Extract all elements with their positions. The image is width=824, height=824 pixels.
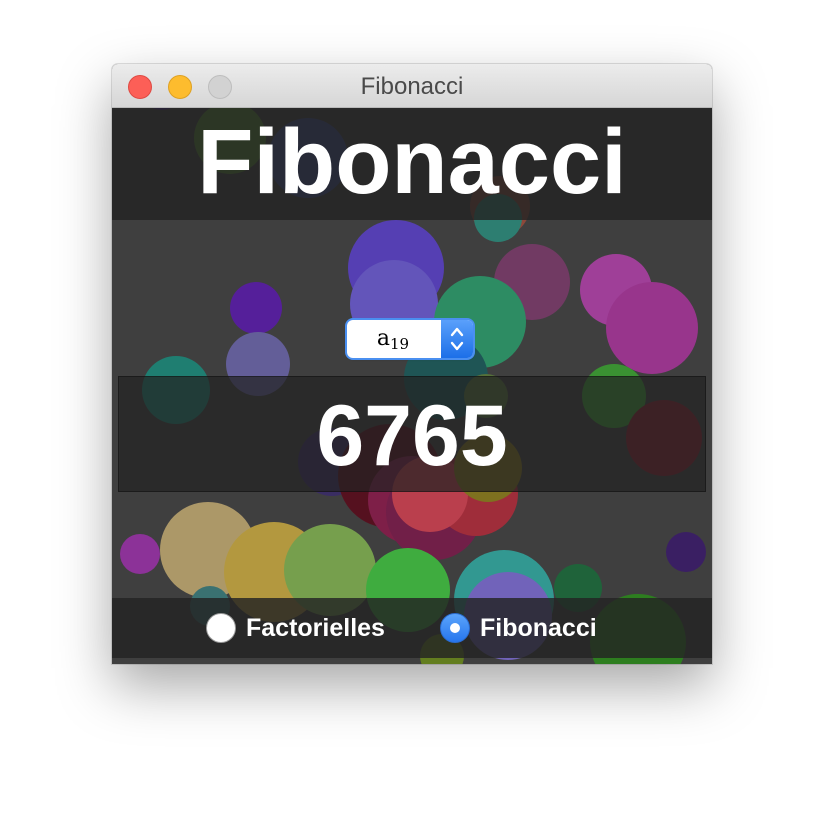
- radio-selected-dot: [450, 623, 460, 633]
- bubble: [230, 282, 282, 334]
- radio-factorielles[interactable]: Factorielles: [206, 604, 385, 652]
- bubble: [606, 282, 698, 374]
- main-content: Fibonacci a19 6765 Factorielles Fibonacc…: [112, 108, 712, 664]
- radio-fibonacci[interactable]: Fibonacci: [440, 604, 597, 652]
- title-bar[interactable]: Fibonacci: [112, 64, 712, 108]
- radio-button-factorielles[interactable]: [206, 613, 236, 643]
- window-title: Fibonacci: [360, 73, 464, 100]
- footer-band: [112, 598, 712, 658]
- result-value: 6765: [316, 388, 508, 484]
- index-stepper[interactable]: a19: [347, 320, 473, 358]
- radio-label-fibonacci: Fibonacci: [480, 613, 597, 642]
- radio-label-factorielles: Factorielles: [246, 613, 385, 642]
- sequence-symbol: a: [376, 326, 391, 351]
- bubble: [120, 534, 160, 574]
- app-window: Fibonacci Fibonacci a19 6765 Factorielle…: [112, 64, 712, 664]
- radio-button-fibonacci[interactable]: [440, 613, 470, 643]
- page-title: Fibonacci: [197, 111, 627, 213]
- bubble: [666, 532, 706, 572]
- index-number: 19: [390, 335, 410, 353]
- index-field[interactable]: a19: [347, 320, 439, 358]
- up-down-arrows-icon[interactable]: [441, 320, 473, 358]
